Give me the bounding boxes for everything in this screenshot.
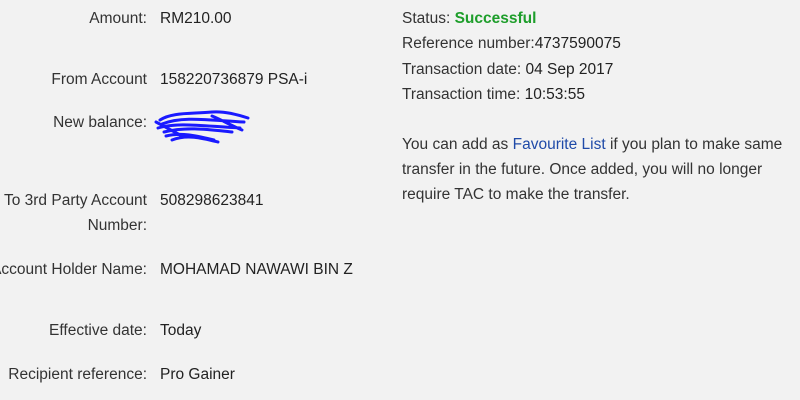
favourite-list-link[interactable]: Favourite List: [513, 136, 606, 153]
transaction-time-label: Transaction time:: [402, 86, 521, 103]
redaction-scribble: [154, 110, 250, 144]
transaction-time-value: 10:53:55: [524, 86, 585, 103]
to-account-label: To 3rd Party Account Number:: [3, 192, 147, 234]
status-label: Status:: [402, 10, 451, 27]
from-account-label: From Account: [51, 71, 147, 88]
status-value: Successful: [454, 10, 537, 27]
transaction-date-value: 04 Sep 2017: [525, 61, 614, 78]
effective-date-value: Today: [160, 322, 202, 339]
recipient-reference-label: Recipient reference:: [8, 366, 147, 383]
reference-value: 4737590075: [534, 35, 621, 52]
new-balance-label: New balance:: [53, 114, 147, 131]
amount-label: Amount:: [89, 10, 147, 27]
status-line: Status: Successful: [402, 6, 536, 31]
effective-date-label: Effective date:: [49, 322, 147, 339]
to-account-value: 508298623841: [160, 192, 264, 209]
transaction-date-label: Transaction date:: [402, 61, 522, 78]
favourite-note: You can add as Favourite List if you pla…: [402, 132, 797, 207]
reference-line: Reference number:4737590075: [402, 31, 621, 56]
favourite-note-before: You can add as: [402, 136, 513, 153]
transaction-date-line: Transaction date: 04 Sep 2017: [402, 57, 613, 82]
recipient-reference-value: Pro Gainer: [160, 366, 235, 383]
from-account-value: 158220736879 PSA-i: [160, 71, 308, 88]
account-holder-label: Account Holder Name:: [0, 261, 147, 278]
reference-label: Reference number:: [402, 35, 535, 52]
transaction-time-line: Transaction time: 10:53:55: [402, 82, 585, 107]
account-holder-value: MOHAMAD NAWAWI BIN Z: [160, 261, 353, 278]
amount-value: RM210.00: [160, 10, 232, 27]
